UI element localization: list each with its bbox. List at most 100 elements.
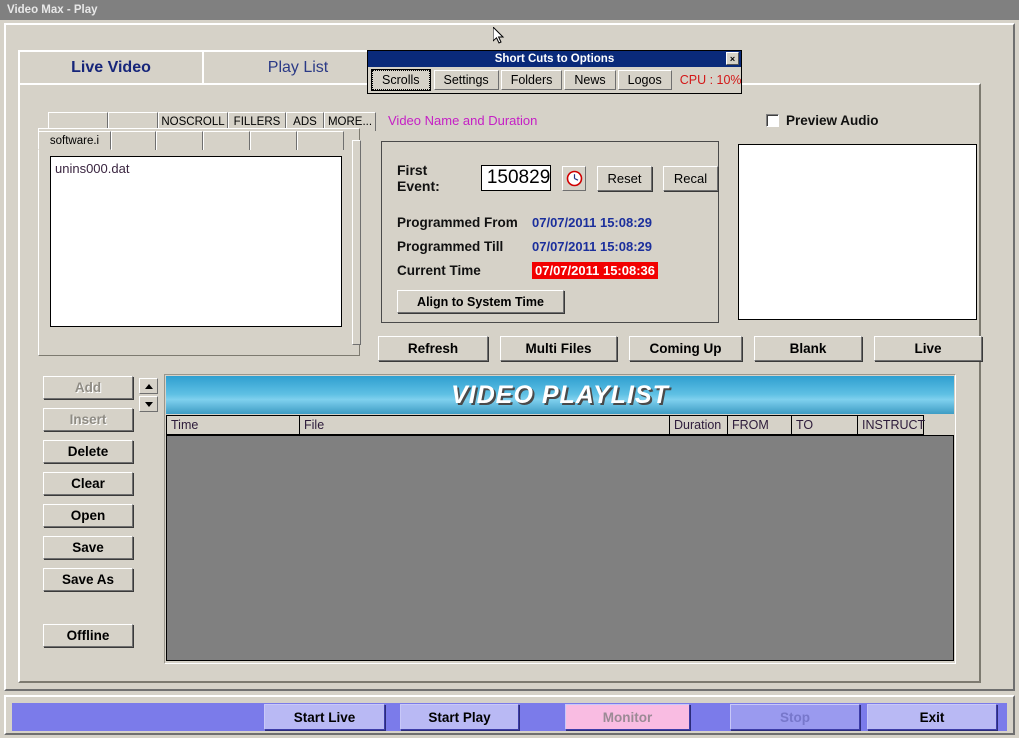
application-window: Video Max - Play Live Video Play List NO… xyxy=(0,0,1019,738)
folder-tab-row: software.i xyxy=(38,131,344,150)
recal-button[interactable]: Recal xyxy=(663,165,718,191)
file-panel-scrollbar[interactable] xyxy=(352,140,361,345)
clear-button[interactable]: Clear xyxy=(43,472,133,495)
folder-tab-software[interactable]: software.i xyxy=(38,131,111,150)
coming-up-label: Coming Up xyxy=(649,341,722,356)
file-list[interactable]: unins000.dat xyxy=(50,156,342,327)
monitor-button[interactable]: Monitor xyxy=(565,704,690,730)
reset-button[interactable]: Reset xyxy=(597,165,653,191)
programmed-till-row: Programmed Till 07/07/2011 15:08:29 xyxy=(397,234,658,258)
action-button-row: Refresh Multi Files Coming Up Blank Live xyxy=(378,336,982,361)
column-header-from[interactable]: FROM xyxy=(728,415,792,435)
column-header-to-label: TO xyxy=(796,418,814,432)
column-header-instruct-label: INSTRUCT xyxy=(862,418,926,432)
exit-label: Exit xyxy=(919,709,945,725)
folder-tab-4[interactable] xyxy=(250,131,297,150)
offline-button[interactable]: Offline xyxy=(43,624,133,647)
first-event-value: 150829 xyxy=(486,167,551,188)
folder-tab-2[interactable] xyxy=(156,131,203,150)
delete-label: Delete xyxy=(67,444,109,459)
clock-icon-button[interactable] xyxy=(562,165,587,191)
programmed-from-value: 07/07/2011 15:08:29 xyxy=(532,214,652,230)
programmed-till-label: Programmed Till xyxy=(397,238,504,254)
bottom-toolbar: Start Live Start Play Monitor Stop Exit xyxy=(12,703,1007,731)
playlist-banner: VIDEO PLAYLIST xyxy=(166,376,954,414)
tab-play-list[interactable]: Play List xyxy=(204,50,392,83)
shortcut-folders-label: Folders xyxy=(510,73,553,87)
first-event-row: First Event: 150829 Reset Recal xyxy=(397,162,718,194)
folder-tab-1[interactable] xyxy=(111,131,156,150)
spinner-up-button[interactable] xyxy=(139,378,158,394)
video-preview-box xyxy=(738,144,977,320)
close-icon-glyph: × xyxy=(729,54,736,64)
tab-live-video[interactable]: Live Video xyxy=(18,50,204,83)
category-tab-noscroll-label: NOSCROLL xyxy=(161,116,225,128)
blank-button[interactable]: Blank xyxy=(754,336,862,361)
save-as-label: Save As xyxy=(61,572,115,587)
add-label: Add xyxy=(74,380,102,395)
playlist-header-row: Time File Duration FROM TO INSTRUCT xyxy=(166,415,954,435)
save-as-button[interactable]: Save As xyxy=(43,568,133,591)
shortcut-folders-button[interactable]: Folders xyxy=(500,70,563,90)
shortcut-news-button[interactable]: News xyxy=(564,70,616,90)
current-time-row: Current Time 07/07/2011 15:08:36 xyxy=(397,258,658,282)
playlist-body[interactable] xyxy=(166,435,954,661)
monitor-label: Monitor xyxy=(602,709,653,725)
live-button[interactable]: Live xyxy=(874,336,982,361)
preview-audio-checkbox[interactable] xyxy=(766,114,779,127)
open-label: Open xyxy=(70,508,106,523)
coming-up-button[interactable]: Coming Up xyxy=(629,336,742,361)
open-button[interactable]: Open xyxy=(43,504,133,527)
tab-play-list-label: Play List xyxy=(267,58,329,76)
stop-button[interactable]: Stop xyxy=(730,704,860,730)
video-name-duration-label: Video Name and Duration xyxy=(388,113,538,128)
column-header-to[interactable]: TO xyxy=(792,415,858,435)
save-label: Save xyxy=(72,540,104,555)
column-header-from-label: FROM xyxy=(732,418,769,432)
spinner-down-button[interactable] xyxy=(139,396,158,412)
programmed-from-label: Programmed From xyxy=(397,214,518,230)
category-tab-more-label: MORE... xyxy=(327,116,373,128)
recal-button-label: Recal xyxy=(673,170,708,186)
start-live-button[interactable]: Start Live xyxy=(264,704,385,730)
shortcuts-dialog-titlebar: Short Cuts to Options × xyxy=(368,51,741,67)
folder-tab-3[interactable] xyxy=(203,131,250,150)
exit-button[interactable]: Exit xyxy=(867,704,997,730)
shortcut-logos-button[interactable]: Logos xyxy=(617,70,672,90)
close-icon[interactable]: × xyxy=(726,52,739,65)
insert-button[interactable]: Insert xyxy=(43,408,133,431)
save-button[interactable]: Save xyxy=(43,536,133,559)
window-title-bar: Video Max - Play xyxy=(0,0,1019,20)
insert-label: Insert xyxy=(69,412,107,427)
preview-audio-label: Preview Audio xyxy=(786,113,879,128)
programmed-till-value: 07/07/2011 15:08:29 xyxy=(532,238,652,254)
column-header-duration[interactable]: Duration xyxy=(670,415,728,435)
column-header-time[interactable]: Time xyxy=(166,415,300,435)
shortcut-scrolls-button[interactable]: Scrolls xyxy=(371,69,431,91)
playlist-banner-label: VIDEO PLAYLIST xyxy=(451,380,669,409)
live-label: Live xyxy=(914,341,942,356)
start-play-button[interactable]: Start Play xyxy=(400,704,519,730)
clear-label: Clear xyxy=(71,476,105,491)
folder-tab-5[interactable] xyxy=(297,131,344,150)
chevron-down-icon xyxy=(144,401,153,407)
file-list-item[interactable]: unins000.dat xyxy=(55,160,337,177)
first-event-input[interactable]: 150829 xyxy=(480,165,552,191)
start-live-label: Start Live xyxy=(293,709,356,725)
multi-files-button[interactable]: Multi Files xyxy=(500,336,617,361)
first-event-label: First Event: xyxy=(397,162,440,194)
refresh-label: Refresh xyxy=(407,341,459,356)
align-to-system-time-button[interactable]: Align to System Time xyxy=(397,290,564,313)
column-header-instruct[interactable]: INSTRUCT xyxy=(858,415,926,435)
add-button[interactable]: Add xyxy=(43,376,133,399)
column-header-file[interactable]: File xyxy=(300,415,670,435)
offline-label: Offline xyxy=(66,628,110,643)
preview-audio-checkbox-group[interactable]: Preview Audio xyxy=(766,113,879,128)
align-to-system-time-label: Align to System Time xyxy=(417,294,544,309)
delete-button[interactable]: Delete xyxy=(43,440,133,463)
order-spinner xyxy=(139,378,158,414)
refresh-button[interactable]: Refresh xyxy=(378,336,488,361)
column-header-file-label: File xyxy=(304,418,325,432)
shortcut-settings-button[interactable]: Settings xyxy=(433,70,499,90)
folder-tab-software-label: software.i xyxy=(49,134,100,147)
